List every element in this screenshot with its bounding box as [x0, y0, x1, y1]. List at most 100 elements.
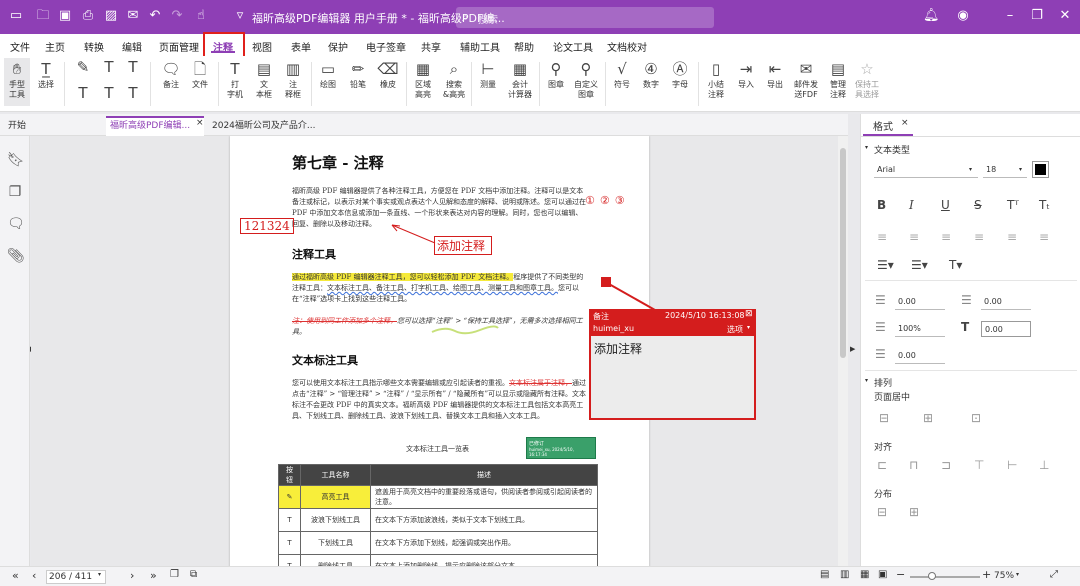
image-icon[interactable]: ▨: [104, 9, 118, 23]
reading-mode-icon[interactable]: ▣: [878, 569, 887, 580]
expand-right-icon[interactable]: ▶: [850, 345, 855, 353]
highlight-text-button[interactable]: ✎: [72, 56, 94, 78]
zoom-level[interactable]: 75%: [994, 571, 1014, 581]
hand-tool-button[interactable]: ✋︎ 手型 工具: [4, 58, 30, 106]
letter-button[interactable]: Ⓐ 字母: [667, 58, 693, 90]
fit-page-icon[interactable]: ❐: [170, 569, 179, 580]
open-folder-icon[interactable]: 🗀: [36, 9, 50, 23]
align-obj-middle-icon[interactable]: ⊢: [1007, 457, 1017, 473]
justify-icon[interactable]: ≡: [974, 229, 984, 245]
copy-page-icon[interactable]: ⧉: [190, 569, 197, 580]
manage-comments-button[interactable]: ▤ 管理 注释: [824, 58, 852, 100]
measure-button[interactable]: ⊢ 测量: [475, 58, 501, 90]
close-icon[interactable]: ⊠: [745, 309, 753, 319]
calculator-button[interactable]: ▦ 会计 计算器: [505, 58, 535, 100]
pages-icon[interactable]: ❐: [7, 184, 23, 200]
print-icon[interactable]: ⎙: [81, 9, 95, 23]
tab-manual[interactable]: 福昕高级PDF编辑...: [110, 118, 190, 131]
textbox-button[interactable]: ▤ 文 本框: [251, 58, 277, 100]
export-button[interactable]: ⇤ 导出: [762, 58, 788, 90]
redo-icon[interactable]: ↷: [170, 9, 184, 23]
add-note-label[interactable]: 添加注释: [434, 236, 493, 255]
char-spacing-field[interactable]: 0.00: [981, 321, 1031, 337]
para-spacing-field[interactable]: 0.00: [981, 294, 1031, 310]
distribute-vertical-icon[interactable]: ⊞: [909, 504, 919, 520]
bold-icon[interactable]: B: [877, 197, 886, 213]
insert-text-button[interactable]: T: [122, 82, 144, 104]
shape-button[interactable]: ▭ 绘图: [315, 58, 341, 90]
underline-icon[interactable]: U: [941, 197, 950, 213]
stamp-button[interactable]: ⚲ 图章: [543, 58, 569, 90]
strikethrough-text[interactable]: 注：使用到同工作添加多个注释，: [292, 317, 397, 325]
center-both-icon[interactable]: ⊡: [971, 410, 981, 426]
last-page-icon[interactable]: »: [150, 569, 157, 582]
section2-strike[interactable]: 文本标注属于注释，: [509, 379, 572, 387]
first-page-icon[interactable]: «: [12, 569, 19, 582]
previous-page-icon[interactable]: ‹: [32, 569, 36, 582]
callout-button[interactable]: ▥ 注 释框: [280, 58, 306, 100]
menu-edit[interactable]: 编辑: [122, 39, 142, 54]
account-icon[interactable]: ◉: [956, 9, 970, 23]
menu-thesis-tools[interactable]: 论文工具: [553, 39, 593, 54]
comment-body[interactable]: 添加注释: [591, 336, 754, 418]
close-icon[interactable]: ✕: [1058, 9, 1072, 23]
tab-start[interactable]: 开始: [8, 118, 26, 131]
single-page-icon[interactable]: ▤: [820, 569, 829, 580]
zoom-out-icon[interactable]: −: [896, 568, 905, 581]
restore-icon[interactable]: ❐: [1030, 9, 1044, 23]
menu-page-manage[interactable]: 页面管理: [159, 39, 199, 54]
menu-assist-tools[interactable]: 辅助工具: [460, 39, 500, 54]
bookmark-icon[interactable]: 🔖︎: [7, 152, 25, 168]
zoom-slider[interactable]: [910, 576, 980, 578]
menu-form[interactable]: 表单: [291, 39, 311, 54]
menu-convert[interactable]: 转换: [84, 39, 104, 54]
keep-tool-button[interactable]: ☆ 保持工 具选择: [852, 58, 882, 100]
align-left-icon[interactable]: ≡: [877, 229, 887, 245]
font-select[interactable]: Arial: [874, 162, 978, 178]
eraser-button[interactable]: ⌫ 橡皮: [375, 58, 401, 90]
close-icon[interactable]: ×: [901, 118, 909, 128]
pencil-button[interactable]: ✏︎ 铅笔: [345, 58, 371, 90]
import-button[interactable]: ⇥ 导入: [733, 58, 759, 90]
undo-icon[interactable]: ↶: [148, 9, 162, 23]
squiggly-text[interactable]: 文本标注工具、备注工具、打字机工具、绘图工具、测量工具和图章工具。: [327, 284, 558, 292]
zoom-slider-handle[interactable]: [928, 572, 936, 580]
next-page-icon[interactable]: ›: [130, 569, 134, 582]
distribute-horizontal-icon[interactable]: ⊟: [877, 504, 887, 520]
search-highlight-button[interactable]: ⌕ 搜索 &高亮: [440, 58, 468, 100]
typewriter-button[interactable]: T 打 字机: [222, 58, 248, 100]
save-icon[interactable]: ▣: [58, 9, 72, 23]
hand-tool-icon[interactable]: ☝: [194, 9, 208, 23]
fullscreen-icon[interactable]: ⤢: [1050, 569, 1058, 580]
center-vertical-icon[interactable]: ⊞: [923, 410, 933, 426]
underline-text-button[interactable]: T: [98, 56, 120, 78]
numbered-list-icon[interactable]: ☰▾: [911, 257, 928, 273]
tab-company[interactable]: 2024福昕公司及产品介...: [212, 118, 316, 131]
app-logo-icon[interactable]: ▭: [9, 9, 23, 23]
comment-popup[interactable]: 备注 2024/5/10 16:13:08 ⊠ huimei_xu 选项 ▾ 添…: [589, 309, 756, 420]
chevron-down-icon[interactable]: ▾: [98, 571, 101, 578]
menu-proofread[interactable]: 文档校对: [607, 39, 647, 54]
text-style-icon[interactable]: T▾: [949, 257, 962, 273]
font-color-swatch[interactable]: [1032, 161, 1049, 178]
indent-field[interactable]: 0.00: [895, 348, 945, 364]
vertical-scrollbar[interactable]: [838, 136, 848, 566]
comments-icon[interactable]: 🗨︎: [7, 216, 25, 232]
center-horizontal-icon[interactable]: ⊟: [879, 410, 889, 426]
attachment-icon[interactable]: 📎︎: [7, 248, 25, 264]
italic-icon[interactable]: I: [909, 197, 914, 213]
menu-home[interactable]: 主页: [45, 39, 65, 54]
email-fdf-button[interactable]: ✉ 邮件发 送FDF: [790, 58, 822, 100]
menu-view[interactable]: 视图: [252, 39, 272, 54]
minimize-icon[interactable]: –: [1003, 9, 1017, 23]
custom-stamp-button[interactable]: ⚲ 自定义 图章: [572, 58, 600, 100]
bullet-list-icon[interactable]: ☰▾: [877, 257, 894, 273]
revised-stamp[interactable]: 已修订 huimei_xu, 2024/5/10, 16:17:34: [526, 437, 596, 459]
number-button[interactable]: ④ 数字: [638, 58, 664, 90]
menu-protect[interactable]: 保护: [328, 39, 348, 54]
page-number-input[interactable]: 206 / 411: [46, 570, 106, 584]
strikethrough-icon[interactable]: S: [974, 197, 982, 213]
replace-text-button[interactable]: T: [98, 82, 120, 104]
continuous-page-icon[interactable]: ▥: [840, 569, 849, 580]
symbol-button[interactable]: √ 符号: [609, 58, 635, 90]
